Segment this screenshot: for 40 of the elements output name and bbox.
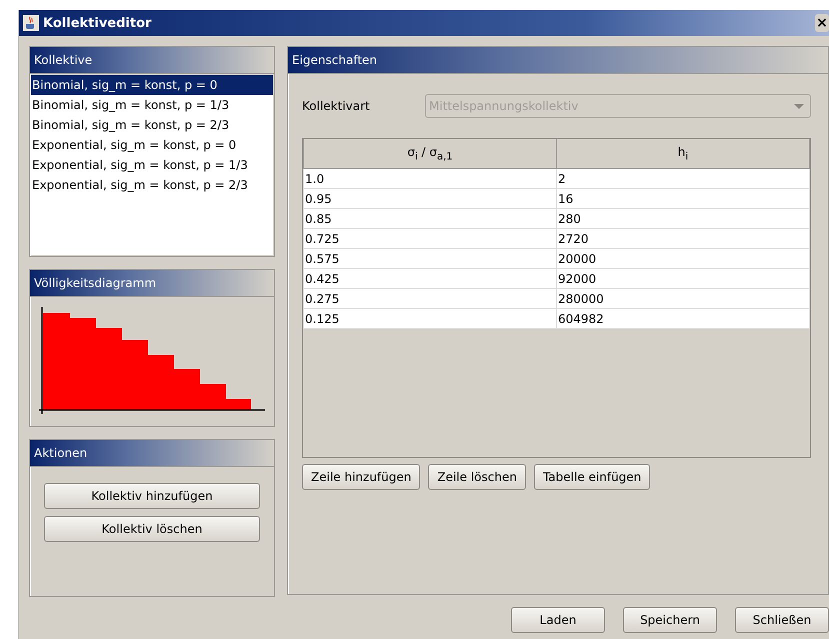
- list-item[interactable]: Exponential, sig_m = konst, p = 0: [31, 135, 273, 155]
- table-button[interactable]: Tabelle einfügen: [534, 464, 650, 490]
- table-cell: 20000: [556, 248, 810, 268]
- table-cell: 0.95: [304, 188, 556, 208]
- table-cell: 0.85: [304, 208, 556, 228]
- table-cell: 604982: [556, 308, 810, 328]
- list-item[interactable]: Exponential, sig_m = konst, p = 1/3: [31, 155, 273, 175]
- dialog-button[interactable]: Laden: [511, 607, 605, 633]
- dialog-button[interactable]: Schließen: [735, 607, 829, 633]
- window-title: Kollektiveditor: [43, 16, 152, 30]
- list-item[interactable]: Binomial, sig_m = konst, p = 2/3: [31, 115, 273, 135]
- table-cell: 0.275: [304, 288, 556, 308]
- table-cell: 2: [556, 168, 810, 188]
- table-cell: 0.725: [304, 228, 556, 248]
- table-cell: 2720: [556, 228, 810, 248]
- table-cell: 1.0: [304, 168, 556, 188]
- action-button[interactable]: Kollektiv hinzufügen: [44, 483, 260, 509]
- panel-title: Völligkeitsdiagramm: [34, 276, 156, 290]
- column-header[interactable]: σ$_{i}$ / σ$_{a,1}$: [304, 139, 556, 168]
- table-cell: 0.425: [304, 268, 556, 288]
- action-button[interactable]: Kollektiv löschen: [44, 516, 260, 542]
- list-item[interactable]: Exponential, sig_m = konst, p = 2/3: [31, 175, 273, 195]
- table-cell: 0.125: [304, 308, 556, 328]
- field-label: Kollektivart: [302, 99, 371, 113]
- panel-title: Aktionen: [34, 446, 88, 460]
- table-button[interactable]: Zeile löschen: [428, 464, 526, 490]
- close-button[interactable]: ×: [815, 14, 829, 32]
- list-item[interactable]: Binomial, sig_m = konst, p = 1/3: [31, 95, 273, 115]
- coffee-cup-icon: [23, 15, 39, 31]
- panel-title: Kollektive: [34, 53, 92, 67]
- table-cell: 0.575: [304, 248, 556, 268]
- table-cell: 280000: [556, 288, 810, 308]
- list-item[interactable]: Binomial, sig_m = konst, p = 0: [31, 75, 273, 95]
- table-cell: 16: [556, 188, 810, 208]
- table-cell: 92000: [556, 268, 810, 288]
- column-header[interactable]: h$_{i}$: [556, 139, 810, 168]
- table-button[interactable]: Zeile hinzufügen: [302, 464, 420, 490]
- dialog-button[interactable]: Speichern: [623, 607, 717, 633]
- table-cell: 280: [556, 208, 810, 228]
- panel-title: Eigenschaften: [292, 53, 378, 67]
